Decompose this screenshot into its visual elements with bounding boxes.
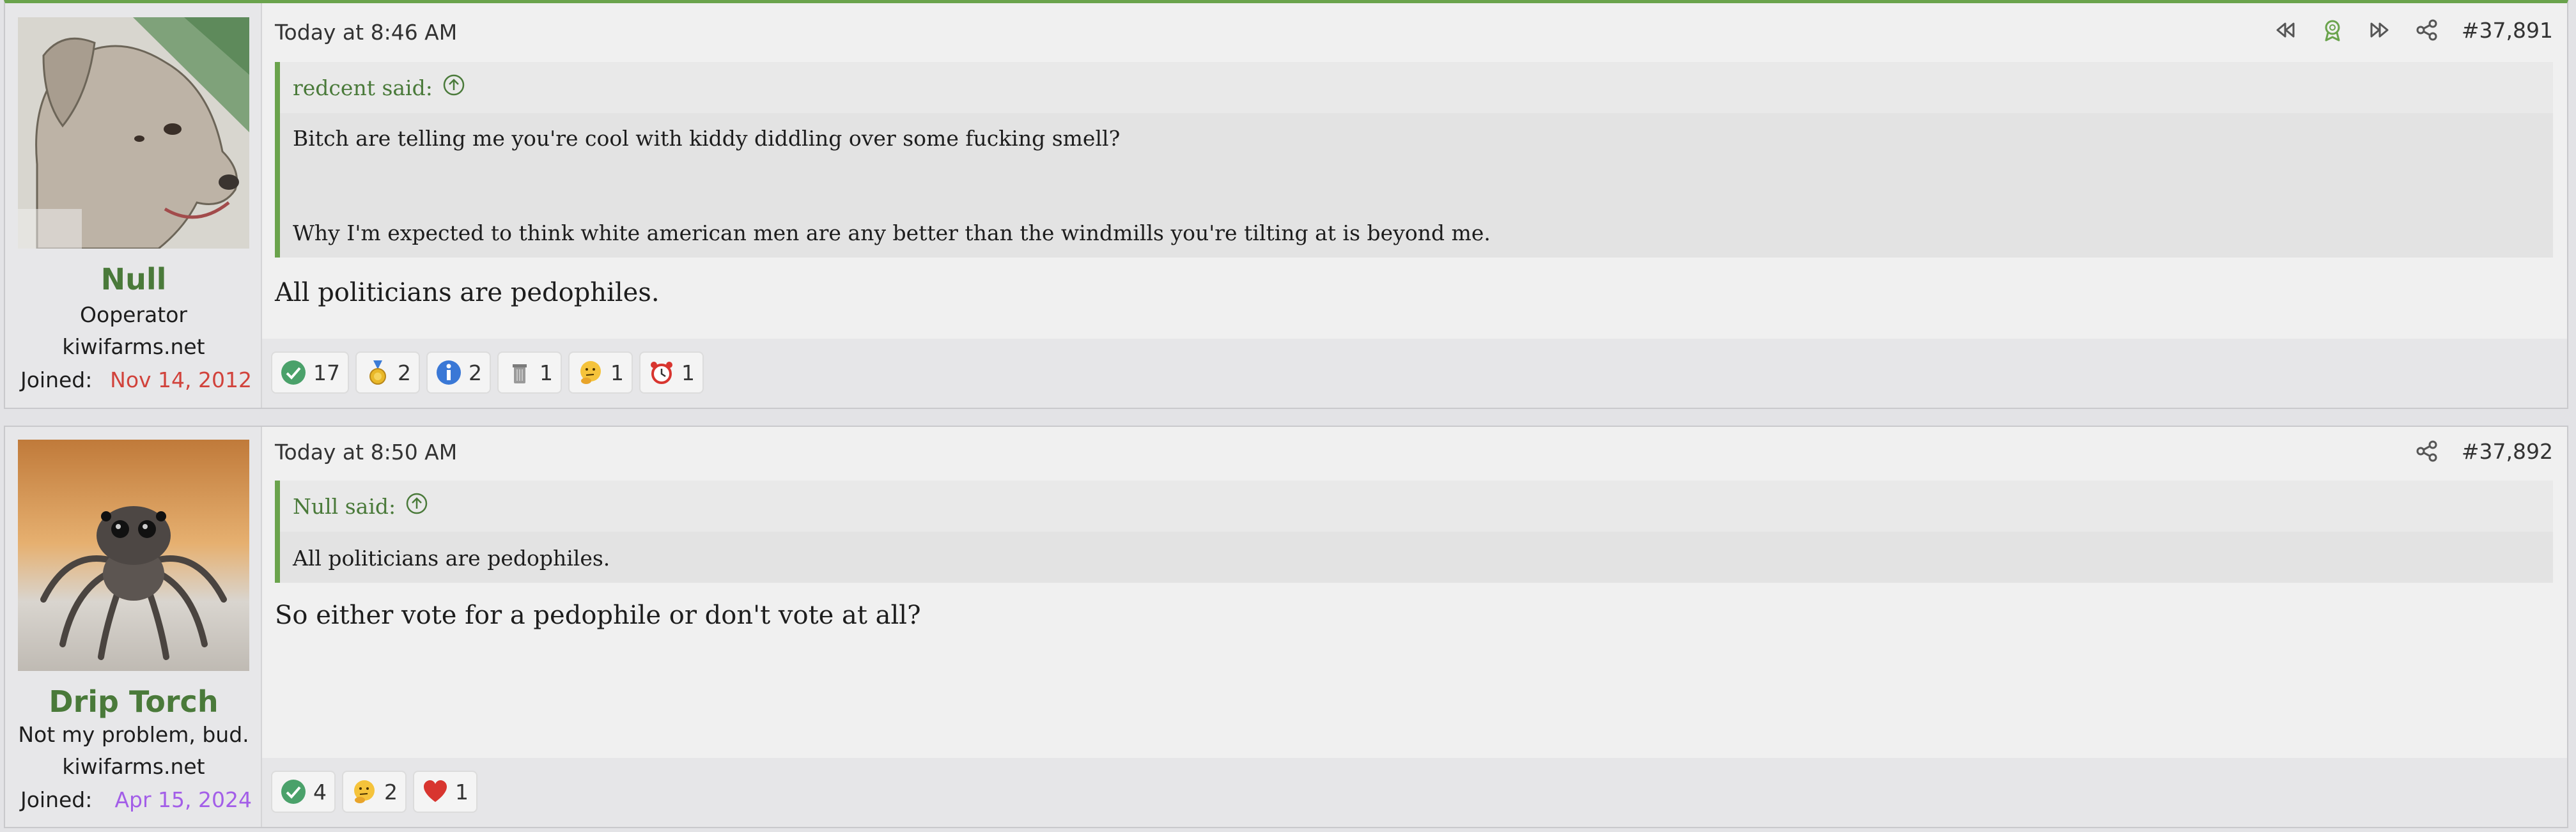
arrow-up-circle-icon[interactable] [405,491,429,521]
trash-can-icon [513,364,527,383]
joined-date: Apr 15, 2024 [114,787,252,812]
post-actions: #37,892 [2414,438,2553,464]
checkmark-icon [281,780,306,804]
post-number[interactable]: #37,891 [2462,18,2553,43]
reaction-checkmark[interactable]: 17 [271,351,349,394]
avatar[interactable] [18,440,249,671]
post-timestamp[interactable]: Today at 8:46 AM [275,20,457,45]
quote-line: All politicians are pedophiles. [293,546,610,571]
reaction-alarm[interactable]: 1 [639,351,704,394]
user-domain: kiwifarms.net [62,754,205,779]
quote-line: Bitch are telling me you're cool with ki… [293,126,1121,151]
quote-block: redcent said: Bitch are telling me you'r… [275,62,2553,258]
user-domain: kiwifarms.net [62,334,205,359]
post-message: All politicians are pedophiles. [275,278,660,307]
username[interactable]: Drip Torch [5,684,262,719]
share-icon[interactable] [2414,438,2440,464]
post-footer: 4 2 1 [262,758,2567,827]
reaction-count: 17 [313,360,340,385]
quote-block: Null said: All politicians are pedophile… [275,481,2553,583]
reaction-checkmark[interactable]: 4 [271,771,336,813]
post-message: So either vote for a pedophile or don't … [275,601,921,630]
quote-body: All politicians are pedophiles. [280,532,2553,583]
reaction-thinking[interactable]: 2 [342,771,407,813]
reaction-count: 1 [681,360,695,385]
avatar[interactable] [18,17,249,249]
award-icon[interactable] [2320,17,2345,43]
joined-date: Nov 14, 2012 [110,367,252,392]
joined-row: Joined: Nov 14, 2012 [20,367,252,392]
share-icon[interactable] [2414,17,2440,43]
reaction-thinking[interactable]: 1 [568,351,633,394]
user-info: Drip Torch Not my problem, bud. kiwifarm… [5,427,262,827]
reaction-count: 1 [455,779,469,805]
joined-label: Joined: [20,367,93,392]
reaction-count: 2 [469,360,482,385]
reaction-count: 2 [384,779,398,805]
thread: Null Ooperator kiwifarms.net Joined: Nov… [0,0,2576,832]
post: Drip Torch Not my problem, bud. kiwifarm… [4,426,2568,828]
alarm-clock-icon [651,362,672,384]
thinking-face-icon [580,361,601,384]
post-main: Today at 8:46 AM #37,891 redcent said: B… [262,3,2567,408]
reaction-trash[interactable]: 1 [497,351,562,394]
info-icon [437,360,461,385]
thinking-face-icon [354,780,375,803]
joined-row: Joined: Apr 15, 2024 [20,787,252,812]
fast-forward-icon[interactable] [2367,17,2393,43]
quote-header: redcent said: [280,62,2553,113]
spider-avatar-icon [18,440,249,671]
quote-author[interactable]: Null said: [293,494,396,519]
user-title: Ooperator [80,302,187,327]
post-main: Today at 8:50 AM #37,892 Null said: All … [262,427,2567,827]
user-info: Null Ooperator kiwifarms.net Joined: Nov… [5,3,262,408]
arrow-up-circle-icon[interactable] [442,73,466,102]
checkmark-icon [281,360,306,385]
joined-label: Joined: [20,787,93,812]
reaction-count: 1 [610,360,624,385]
heart-icon [424,780,447,802]
post-number[interactable]: #37,892 [2462,439,2553,464]
reaction-heart[interactable]: 1 [413,771,477,813]
reaction-info[interactable]: 2 [426,351,491,394]
quote-author[interactable]: redcent said: [293,75,433,100]
dog-avatar-icon [18,17,249,249]
post-actions: #37,891 [2272,17,2553,43]
reactions-bar: 17 2 2 1 1 1 [271,351,704,394]
reaction-count: 4 [313,779,327,805]
post: Null Ooperator kiwifarms.net Joined: Nov… [4,0,2568,409]
user-title: Not my problem, bud. [18,722,249,747]
reactions-bar: 4 2 1 [271,771,477,813]
quote-header: Null said: [280,481,2553,532]
reaction-count: 2 [398,360,411,385]
username[interactable]: Null [5,262,262,297]
reaction-medal[interactable]: 2 [355,351,420,394]
rewind-icon[interactable] [2272,17,2298,43]
quote-body: Bitch are telling me you're cool with ki… [280,113,2553,258]
medal-icon [369,360,386,385]
post-footer: 17 2 2 1 1 1 [262,339,2567,408]
quote-line: Why I'm expected to think white american… [293,220,1491,245]
reaction-count: 1 [539,360,553,385]
post-timestamp[interactable]: Today at 8:50 AM [275,440,457,465]
